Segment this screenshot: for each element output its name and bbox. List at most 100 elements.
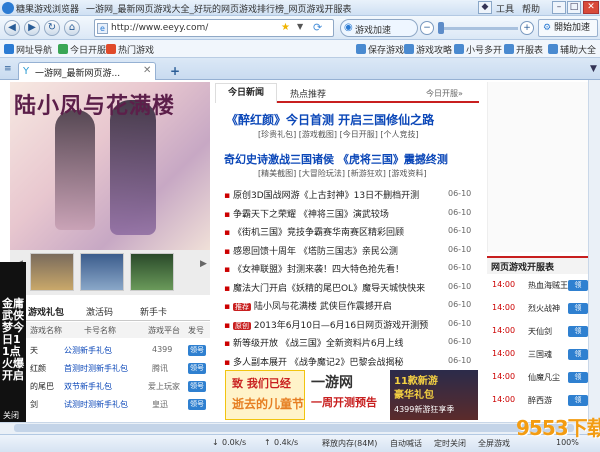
gift-get-button[interactable]: 领号 <box>188 381 206 392</box>
ad-childrens-day[interactable]: 致 我们已经 逝去的儿童节 <box>225 370 305 420</box>
server-name[interactable]: 三国魂 <box>528 349 552 360</box>
tab-gift[interactable]: 游戏礼包 <box>28 305 64 318</box>
minimize-button[interactable]: – <box>552 1 566 14</box>
ad-weekly-preview[interactable]: 一游网 一周开测预告 <box>307 370 385 420</box>
more-link[interactable]: 今日开服» <box>426 88 463 99</box>
skin-icon[interactable]: ◆ <box>478 1 492 14</box>
tab-newbie[interactable]: 新手卡 <box>140 305 167 318</box>
tool-server-list[interactable]: 开服表 <box>504 43 543 56</box>
tab-close-icon[interactable]: ✕ <box>143 65 151 76</box>
news-item[interactable]: ▪ 感恩回馈十周年 《塔防三国志》亲民公测 <box>224 244 398 257</box>
bookmark-nav[interactable]: 网址导航 <box>4 43 52 56</box>
news-title[interactable]: 陆小凤与花满楼 武侠巨作震撼开启 <box>254 302 392 312</box>
thumbnail[interactable] <box>130 253 174 291</box>
server-gift-button[interactable]: 领 <box>568 372 588 383</box>
news-title[interactable]: 魔法大门开启《妖精的尾巴OL》魔导天城快快来 <box>233 284 425 294</box>
gift-card[interactable]: 双节新手礼包 <box>64 381 112 392</box>
news-title[interactable]: 多人副本展开 《战争魔记2》巴黎会战揭秘 <box>233 358 404 368</box>
tool-save[interactable]: 保存游戏 <box>356 43 404 56</box>
tab-hot[interactable]: 热点推荐 <box>290 87 326 100</box>
speed-increase-button[interactable]: + <box>520 21 534 35</box>
news-item[interactable]: ▪ 多人副本展开 《战争魔记2》巴黎会战揭秘 <box>224 355 404 368</box>
news-title[interactable]: 争霸天下之荣耀 《神将三国》演武较场 <box>233 210 389 220</box>
headline-2-links[interactable]: [精美截图] [大冒险玩法] [新游狂欢] [游戏资料] <box>258 168 427 179</box>
tab-menu-icon[interactable]: ≡ <box>4 64 12 74</box>
server-name[interactable]: 仙魔凡尘 <box>528 372 560 383</box>
speed-decrease-button[interactable]: − <box>420 21 434 35</box>
vertical-scrollbar[interactable] <box>588 80 600 422</box>
back-button[interactable]: ◀ <box>4 20 20 36</box>
thumbnail[interactable] <box>80 253 124 291</box>
forward-button[interactable]: ▶ <box>24 20 40 36</box>
news-item[interactable]: ▪ 《女神联盟》封测来袭！四大特色抢先看！ <box>224 262 404 275</box>
bookmark-today[interactable]: 今日开服 <box>58 43 106 56</box>
gift-get-button[interactable]: 领号 <box>188 363 206 374</box>
news-title[interactable]: 《女神联盟》封测来袭！四大特色抢先看！ <box>233 265 404 275</box>
news-item[interactable]: ▪ 魔法大门开启《妖精的尾巴OL》魔导天城快快来 <box>224 281 425 294</box>
address-dropdown-icon[interactable]: ▼ <box>297 22 303 31</box>
gift-card[interactable]: 首测时测新手礼包 <box>64 363 128 374</box>
news-title[interactable]: 感恩回馈十周年 《塔防三国志》亲民公测 <box>233 247 398 257</box>
game-speed-box[interactable]: ◉ 游戏加速 <box>340 19 418 37</box>
speed-slider-handle[interactable] <box>438 22 444 34</box>
gift-get-button[interactable]: 领号 <box>188 399 206 410</box>
server-name[interactable]: 天仙剑 <box>528 326 552 337</box>
news-title[interactable]: 2013年6月10日—6月16日网页游戏开测预 <box>254 321 428 331</box>
news-item[interactable]: ▪ 原创 2013年6月10日—6月16日网页游戏开测预 <box>224 318 428 331</box>
address-refresh-icon[interactable]: ⟳ <box>313 21 322 34</box>
menu-tools[interactable]: 工具 <box>496 2 514 15</box>
fullscreen-button[interactable]: 全屏游戏 <box>478 438 510 449</box>
server-gift-button[interactable]: 领 <box>568 395 588 406</box>
home-button[interactable]: ⌂ <box>64 20 80 36</box>
server-gift-button[interactable]: 领 <box>568 280 588 291</box>
tool-guide[interactable]: 游戏攻略 <box>404 43 452 56</box>
gift-get-button[interactable]: 领号 <box>188 345 206 356</box>
url-text[interactable]: http://www.eeyy.com/ <box>111 23 208 33</box>
memory-button[interactable]: 释放内存(84M) <box>322 438 377 449</box>
news-item[interactable]: ▪ 《街机三国》竞技争霸赛华南赛区精彩回顾 <box>224 225 404 238</box>
tab-today-news[interactable]: 今日新闻 <box>215 83 277 103</box>
news-item[interactable]: ▪ 争霸天下之荣耀 《神将三国》演武较场 <box>224 207 389 220</box>
address-bar[interactable]: e http://www.eeyy.com/ ★ ▼ ⟳ <box>94 19 334 37</box>
gift-card[interactable]: 试测时测新手礼包 <box>64 399 128 410</box>
news-item[interactable]: ▪ 推荐 陆小凤与花满楼 武侠巨作震撼开启 <box>224 299 392 312</box>
bullet-icon: ▪ <box>224 339 233 349</box>
server-name[interactable]: 醉西游 <box>528 395 552 406</box>
thumbnail[interactable] <box>30 253 74 291</box>
server-gift-button[interactable]: 领 <box>568 326 588 337</box>
auto-shout-button[interactable]: 自动喊话 <box>390 438 422 449</box>
timer-close-button[interactable]: 定时关闭 <box>434 438 466 449</box>
headline-2[interactable]: 奇幻史诗激战三国诸侯 《虎将三国》震撼终测 <box>224 151 448 167</box>
vertical-ad-close[interactable]: 关闭 <box>3 410 19 421</box>
menu-help[interactable]: 帮助 <box>522 2 540 15</box>
horizontal-scroll-thumb[interactable] <box>14 424 574 432</box>
bookmark-hot[interactable]: 热门游戏 <box>106 43 154 56</box>
speed-slider[interactable] <box>438 27 518 30</box>
clock-icon <box>58 44 68 54</box>
news-title[interactable]: 原创3D国战网游《上古封神》13日不删档开测 <box>233 191 419 201</box>
favorite-star-icon[interactable]: ★ <box>281 22 290 33</box>
accelerate-button[interactable]: ⚙ 開始加速 <box>538 19 598 37</box>
tool-multi[interactable]: 小号多开 <box>454 43 502 56</box>
tab-activation[interactable]: 激活码 <box>86 305 113 318</box>
ad-4399-games[interactable]: 11款新游 豪华礼包 4399新游狂享季 <box>390 370 478 420</box>
news-title[interactable]: 《街机三国》竞技争霸赛华南赛区精彩回顾 <box>233 228 404 238</box>
thumb-next-icon[interactable]: ▶ <box>200 259 207 269</box>
gift-card[interactable]: 公测新手礼包 <box>64 345 112 356</box>
headline-1-links[interactable]: [珍贵礼包] [游戏截图] [今日开服] [个人竞技] <box>258 129 419 140</box>
tab-active[interactable]: Y 一游网_最新网页游... ✕ <box>18 62 156 80</box>
server-name[interactable]: 热血海贼王 <box>528 280 568 291</box>
tool-helpers[interactable]: 辅助大全 <box>548 43 596 56</box>
server-gift-button[interactable]: 领 <box>568 349 588 360</box>
headline-1[interactable]: 《醉红颜》今日首测 开启三国修仙之路 <box>226 111 434 128</box>
news-item[interactable]: ▪ 原创3D国战网游《上古封神》13日不删档开测 <box>224 188 419 201</box>
news-title[interactable]: 新等级开放 《战三国》全新资料片6月上线 <box>233 339 404 349</box>
maximize-button[interactable]: □ <box>567 1 581 14</box>
new-tab-button[interactable]: + <box>170 64 180 78</box>
close-button[interactable]: ✕ <box>583 1 599 14</box>
news-item[interactable]: ▪ 新等级开放 《战三国》全新资料片6月上线 <box>224 336 404 349</box>
server-name[interactable]: 烈火战神 <box>528 303 560 314</box>
refresh-button[interactable]: ↻ <box>44 20 60 36</box>
tab-list-icon[interactable]: ▼ <box>590 64 597 74</box>
server-gift-button[interactable]: 领 <box>568 303 588 314</box>
